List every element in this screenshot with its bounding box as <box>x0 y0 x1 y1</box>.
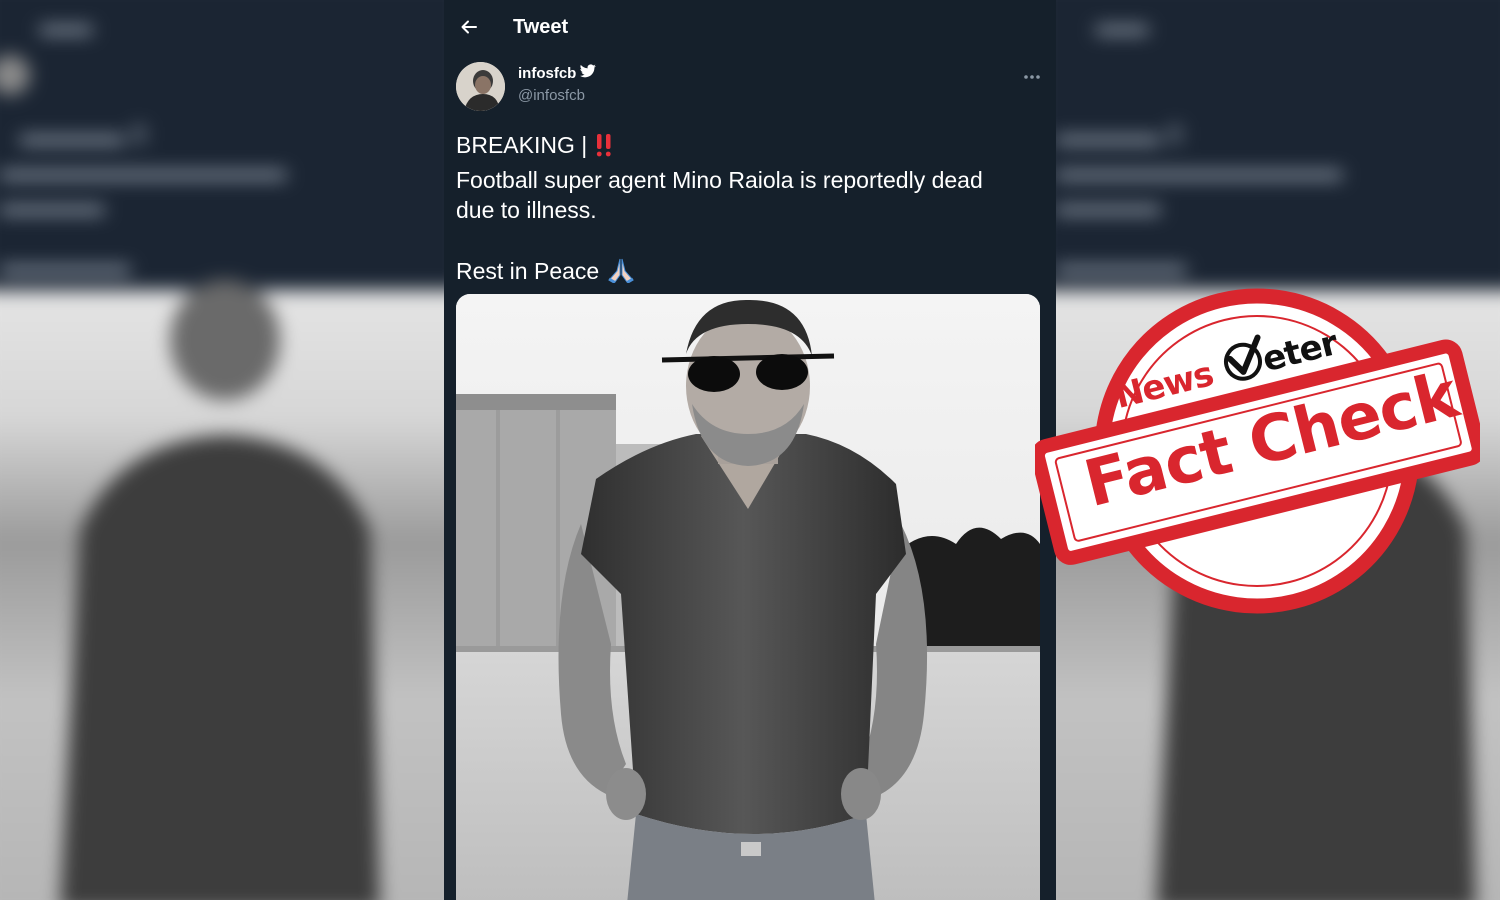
handle[interactable]: @infosfcb <box>518 87 585 104</box>
display-name-text: infosfcb <box>518 64 577 82</box>
tweet-line-main: Football super agent Mino Raiola is repo… <box>456 166 983 193</box>
tweet-header: Tweet <box>444 0 1056 56</box>
stamp-brand-meter: eter <box>1258 323 1342 381</box>
tweet-line-breaking: BREAKING | <box>456 132 588 158</box>
folded-hands-icon <box>606 257 636 291</box>
page-title: Tweet <box>513 16 569 38</box>
fact-check-stamp: News eter Fact Check <box>1030 283 1486 618</box>
more-options-button[interactable] <box>1018 62 1046 90</box>
tweet-line-cont: due to illness. <box>456 197 597 223</box>
tweet-photo[interactable] <box>456 294 1040 900</box>
verified-badge-icon <box>580 64 597 82</box>
tweet-text: BREAKING | Football super agent Mino Rai… <box>456 130 1036 291</box>
blurred-background-left: ▬▬ ▬▬▬▬ ‼ ▬▬▬▬▬▬▬▬▬▬▬ ▬▬▬▬ ▬▬▬▬▬ <box>0 0 444 900</box>
tweet-line-rip: Rest in Peace <box>456 258 600 284</box>
display-name[interactable]: infosfcb <box>518 64 597 82</box>
tweet-panel: Tweet infosfcb @infosfcb BREAKING | Foot… <box>444 0 1056 900</box>
back-arrow-icon <box>459 17 479 42</box>
avatar[interactable] <box>456 62 505 111</box>
more-options-icon <box>1023 67 1041 85</box>
double-exclamation-icon <box>594 133 614 165</box>
back-button[interactable] <box>454 14 484 44</box>
stamp-brand-news: News <box>1111 354 1217 417</box>
